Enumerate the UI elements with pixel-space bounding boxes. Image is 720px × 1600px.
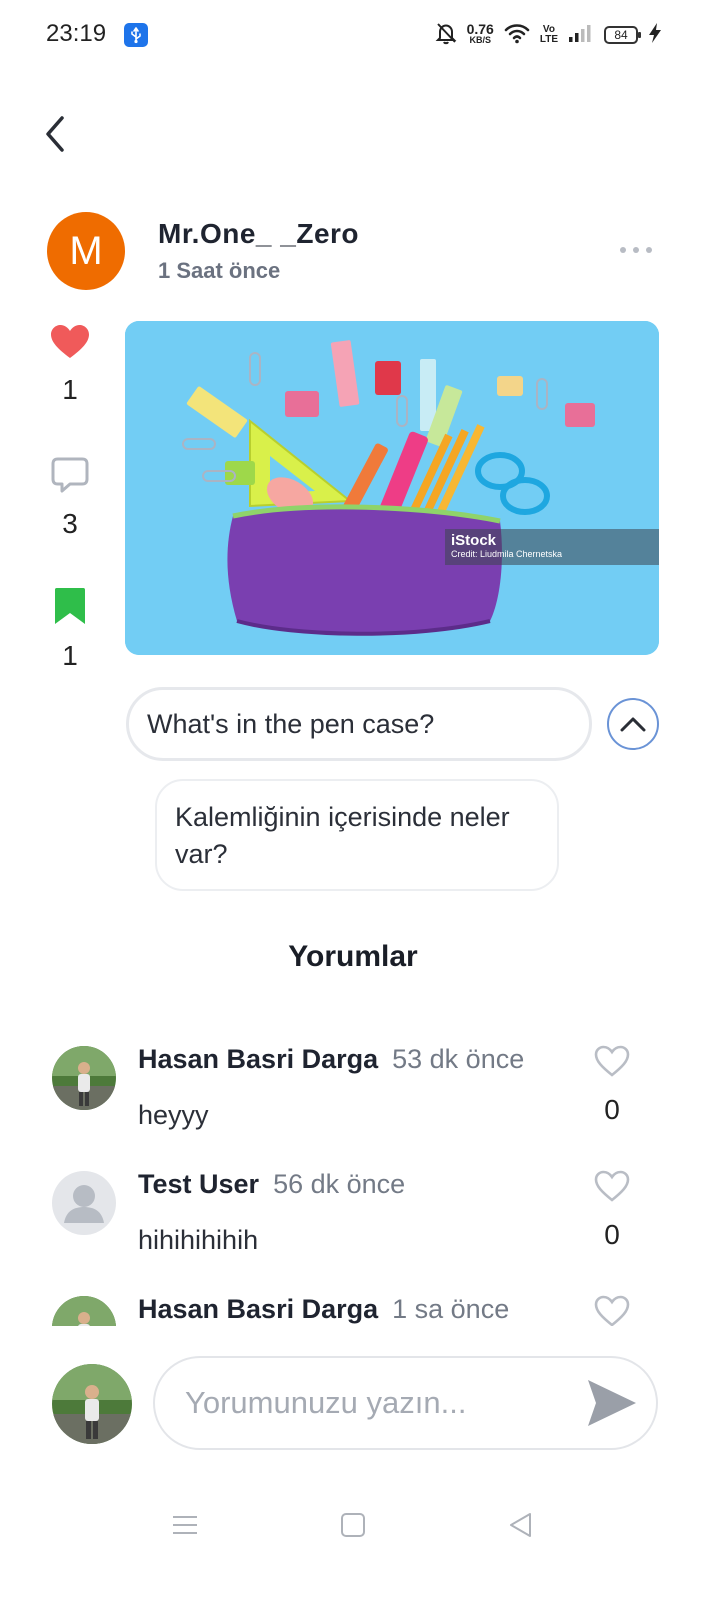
post-image[interactable]: iStock Credit: Liudmila Chernetska bbox=[125, 321, 659, 655]
comment-like-button[interactable] bbox=[594, 1169, 630, 1203]
dot-icon bbox=[620, 247, 626, 253]
comment-text: hihihihihih bbox=[138, 1225, 259, 1255]
comment-like-count: 0 bbox=[604, 1094, 620, 1125]
commenter-name[interactable]: Hasan Basri Darga 1 sa önce bbox=[138, 1294, 509, 1325]
back-button[interactable] bbox=[36, 110, 76, 158]
heart-outline-icon bbox=[594, 1170, 630, 1202]
wifi-icon bbox=[504, 22, 530, 49]
charging-bolt-icon bbox=[648, 22, 662, 49]
comment-count: 3 bbox=[62, 508, 78, 539]
menu-icon bbox=[173, 1516, 197, 1534]
status-bar: 23:19 0.76 KB/S Vo LTE 84 bbox=[0, 0, 720, 70]
save-action[interactable]: 1 bbox=[40, 586, 100, 672]
comment-item: Hasan Basri Darga 53 dk önce heyyy 0 bbox=[0, 1030, 720, 1150]
home-button[interactable] bbox=[338, 1510, 368, 1540]
menu-button[interactable] bbox=[170, 1510, 200, 1540]
comment-time: 56 dk önce bbox=[273, 1169, 406, 1199]
comment-item: Test User 56 dk önce hihihihihih 0 bbox=[0, 1155, 720, 1275]
comment-like-button[interactable] bbox=[594, 1294, 630, 1326]
question-bubble[interactable]: What's in the pen case? bbox=[126, 687, 592, 761]
more-options-button[interactable] bbox=[616, 238, 656, 262]
comment-time: 1 sa önce bbox=[392, 1294, 510, 1324]
chat-bubble-icon bbox=[51, 457, 89, 493]
post-time: 1 Saat önce bbox=[158, 258, 281, 283]
heart-outline-icon bbox=[594, 1295, 630, 1326]
bookmark-icon bbox=[55, 588, 85, 624]
chevron-left-icon bbox=[46, 116, 64, 152]
signal-icon bbox=[568, 22, 594, 49]
current-user-avatar bbox=[52, 1364, 132, 1444]
comment-text: heyyy bbox=[138, 1100, 209, 1130]
commenter-name[interactable]: Hasan Basri Darga 53 dk önce bbox=[138, 1044, 524, 1075]
nav-back-button[interactable] bbox=[506, 1510, 536, 1540]
like-action[interactable]: 1 bbox=[40, 324, 100, 406]
comments-title: Yorumlar bbox=[288, 940, 418, 973]
dot-icon bbox=[646, 247, 652, 253]
image-watermark: iStock Credit: Liudmila Chernetska bbox=[445, 529, 659, 565]
square-icon bbox=[341, 1513, 365, 1537]
status-time: 23:19 bbox=[46, 20, 107, 47]
commenter-avatar[interactable] bbox=[52, 1171, 116, 1235]
like-count: 1 bbox=[62, 374, 78, 405]
comment-time: 53 dk önce bbox=[392, 1044, 525, 1074]
author-avatar[interactable]: M bbox=[47, 212, 125, 290]
collapse-translation-button[interactable] bbox=[607, 698, 659, 750]
comment-item: Hasan Basri Darga 1 sa önce bbox=[0, 1280, 720, 1326]
heart-outline-icon bbox=[594, 1045, 630, 1077]
comment-like-count: 0 bbox=[604, 1219, 620, 1250]
battery-indicator: 84 bbox=[604, 26, 641, 44]
dot-icon bbox=[633, 247, 639, 253]
question-text: What's in the pen case? bbox=[147, 708, 435, 739]
commenter-avatar[interactable] bbox=[52, 1046, 116, 1110]
usb-icon bbox=[124, 23, 148, 47]
author-name[interactable]: Mr.One_ _Zero bbox=[158, 218, 359, 250]
comment-input[interactable] bbox=[153, 1356, 658, 1450]
save-count: 1 bbox=[62, 640, 78, 671]
commenter-avatar[interactable] bbox=[52, 1296, 116, 1326]
send-button[interactable] bbox=[584, 1376, 640, 1430]
comments-list[interactable]: Hasan Basri Darga 53 dk önce heyyy 0 Test… bbox=[0, 1030, 720, 1326]
system-navigation-bar bbox=[0, 1490, 720, 1560]
commenter-name[interactable]: Test User 56 dk önce bbox=[138, 1169, 405, 1200]
volte-indicator: Vo LTE bbox=[539, 24, 558, 45]
translation-bubble: Kalemliğinin içerisinde neler var? bbox=[155, 779, 559, 891]
mute-bell-icon bbox=[435, 21, 457, 50]
triangle-back-icon bbox=[510, 1513, 531, 1537]
network-speed: 0.76 KB/S bbox=[466, 21, 494, 45]
comment-like-button[interactable] bbox=[594, 1044, 630, 1078]
pencil-case-illustration bbox=[125, 321, 659, 655]
comment-action[interactable]: 3 bbox=[40, 456, 100, 540]
heart-icon bbox=[51, 325, 89, 358]
chevron-up-icon bbox=[620, 717, 646, 732]
send-icon bbox=[588, 1380, 636, 1426]
